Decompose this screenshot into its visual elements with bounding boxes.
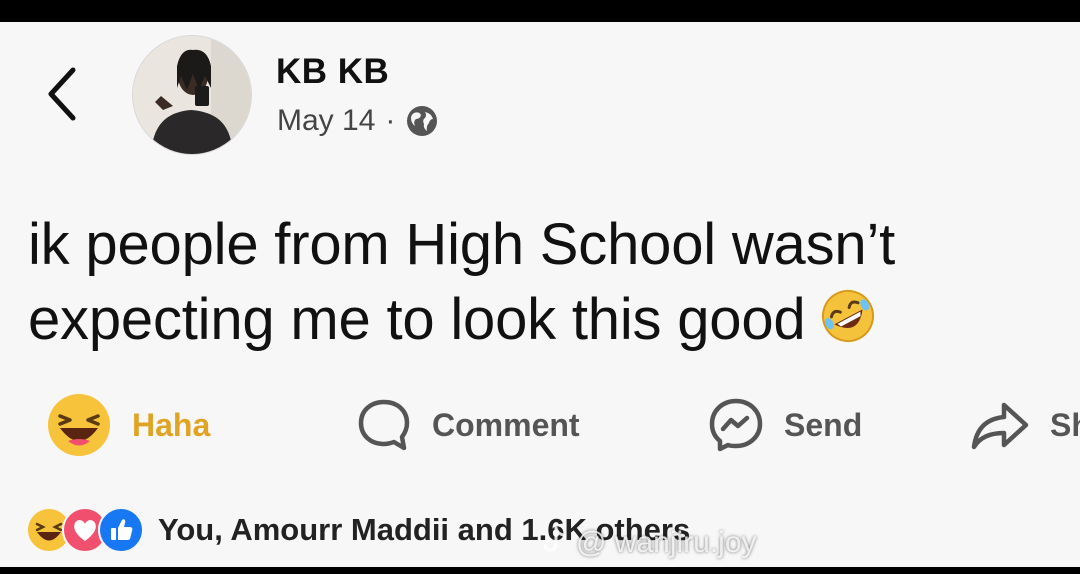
rolling-on-floor-laughing-emoji: [819, 287, 877, 345]
watermark: @ wanjiru.joy: [540, 524, 757, 562]
post-text-line-2: expecting me to look this good: [28, 282, 1068, 357]
globe-icon[interactable]: [405, 104, 439, 138]
share-label: Sh: [1050, 406, 1080, 443]
back-button[interactable]: [36, 66, 86, 126]
post-text-line-1: ik people from High School wasn’t: [28, 212, 896, 277]
haha-reaction-button[interactable]: Haha: [46, 387, 210, 463]
messenger-icon: [708, 397, 764, 453]
meta-separator: ·: [385, 104, 396, 137]
author-name[interactable]: KB KB: [276, 52, 389, 92]
send-label: Send: [784, 406, 863, 443]
haha-reaction-icon: [46, 392, 112, 458]
reaction-icons: [26, 507, 144, 553]
post-actions: Haha Comment Send S: [0, 387, 1080, 463]
comment-bubble-icon: [356, 397, 412, 453]
like-small-icon: [98, 507, 144, 553]
post-meta: May 14 ·: [277, 104, 439, 138]
watermark-handle: @ wanjiru.joy: [576, 526, 757, 559]
chevron-left-icon: [45, 66, 77, 127]
haha-label: Haha: [132, 406, 211, 443]
post-screen: KB KB May 14 · ik people from High Schoo…: [0, 22, 1080, 567]
send-button[interactable]: Send: [708, 387, 862, 463]
comment-label: Comment: [432, 406, 580, 443]
post-text-line-2-text: expecting me to look this good: [28, 287, 806, 352]
avatar[interactable]: [132, 35, 252, 155]
share-button[interactable]: Sh: [970, 387, 1080, 463]
post-date[interactable]: May 14: [277, 104, 375, 138]
tiktok-icon: [540, 524, 570, 562]
comment-button[interactable]: Comment: [356, 387, 580, 463]
post-text: ik people from High School wasn’t expect…: [28, 207, 1068, 357]
share-arrow-icon: [970, 397, 1030, 453]
